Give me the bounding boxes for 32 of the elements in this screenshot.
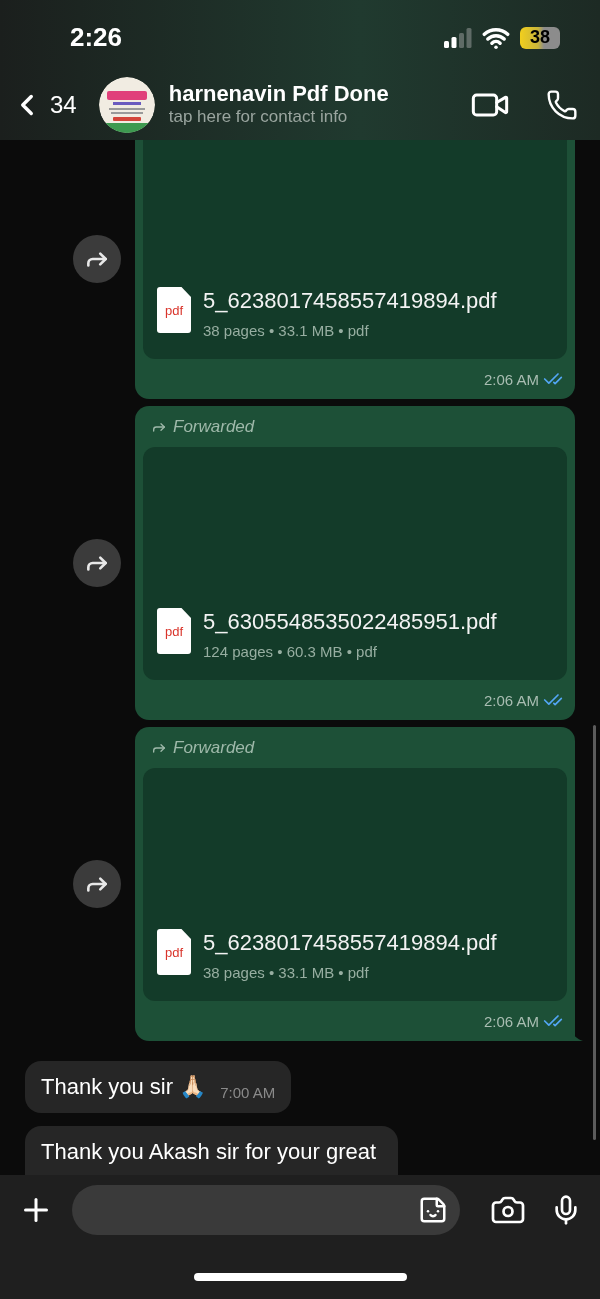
pdf-file-icon: pdf xyxy=(157,287,191,333)
forward-button[interactable] xyxy=(73,860,121,908)
forwarded-label: Forwarded xyxy=(143,735,567,768)
sticker-icon[interactable] xyxy=(418,1195,448,1225)
forward-button[interactable] xyxy=(73,234,121,283)
document-preview[interactable]: pdf 5_6305548535022485951.pdf 124 pages • 60.3 MB • pdf xyxy=(143,447,567,680)
battery-icon: 38 xyxy=(520,26,560,49)
voice-call-button[interactable] xyxy=(546,88,578,121)
pdf-file-icon: pdf xyxy=(157,929,191,975)
document-preview[interactable]: pdf 5_6238017458557419894.pdf 38 pages • 33.1 MB • pdf xyxy=(143,768,567,1001)
file-details: 38 pages • 33.1 MB • pdf xyxy=(203,964,370,981)
message-text: Thank you Akash sir for your great xyxy=(41,1138,377,1166)
message-time: 7:00 AM xyxy=(220,1084,276,1101)
message-text: Thank you sir 🙏🏻 xyxy=(41,1073,207,1101)
document-preview[interactable]: pdf 5_6238017458557419894.pdf 38 pages • 33.1 MB • pdf xyxy=(143,140,567,359)
signal-icon xyxy=(444,27,472,48)
pdf-file-icon: pdf xyxy=(157,608,191,654)
message-time: 2:06 AM xyxy=(483,1012,539,1030)
chat-title[interactable]: harnenavin Pdf Done xyxy=(168,82,434,107)
forward-button[interactable] xyxy=(73,539,121,587)
back-button[interactable]: 34 xyxy=(10,87,77,122)
file-details: 38 pages • 33.1 MB • pdf xyxy=(203,322,370,339)
file-name: 5_6238017458557419894.pdf xyxy=(203,930,497,956)
chat-subtitle: tap here for contact info xyxy=(168,106,349,127)
forwarded-label: Forwarded xyxy=(143,414,567,447)
message-time: 2:06 AM xyxy=(483,370,539,388)
file-name: 5_6305548535022485951.pdf xyxy=(203,609,497,635)
message-time: 2:06 AM xyxy=(483,691,539,709)
status-time: 2:26 xyxy=(70,22,123,53)
file-name: 5_6238017458557419894.pdf xyxy=(203,288,497,314)
file-details: 124 pages • 60.3 MB • pdf xyxy=(203,643,378,660)
message-input-field[interactable] xyxy=(72,1185,460,1235)
